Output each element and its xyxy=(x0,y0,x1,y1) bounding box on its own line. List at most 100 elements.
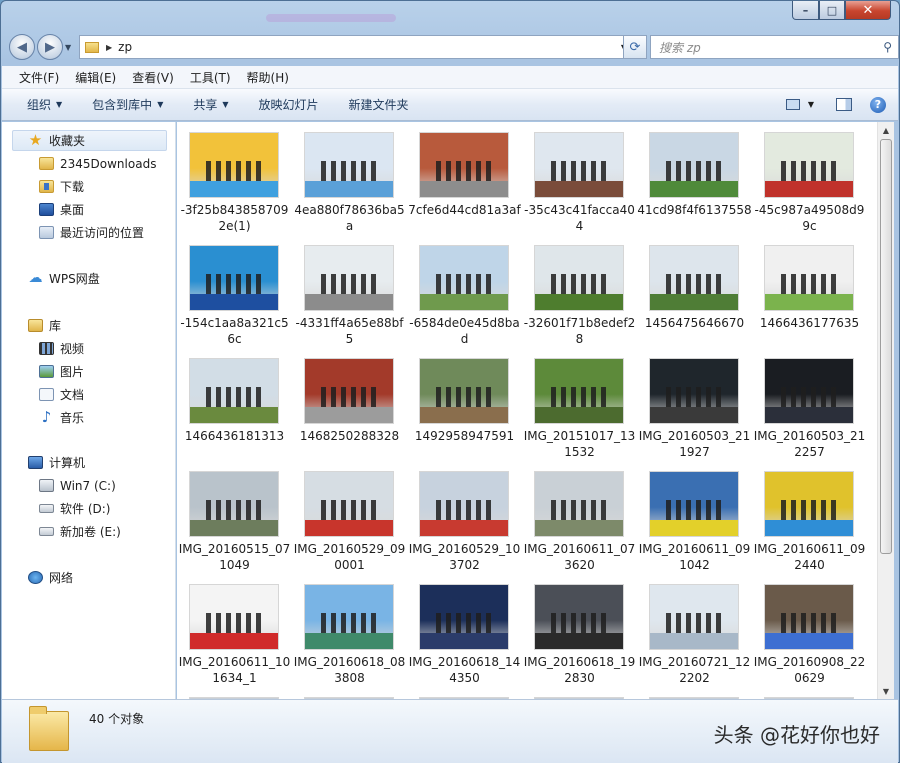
image-thumbnail[interactable] xyxy=(304,471,394,537)
sidebar-item-desktop[interactable]: 桌面 xyxy=(39,199,84,220)
image-thumbnail[interactable] xyxy=(649,132,739,198)
file-item[interactable]: IMG_20160618_144350 xyxy=(407,574,522,685)
sidebar-item-recent[interactable]: 最近访问的位置 xyxy=(39,222,144,243)
image-thumbnail[interactable] xyxy=(419,471,509,537)
file-item[interactable] xyxy=(752,687,867,699)
image-thumbnail[interactable] xyxy=(189,132,279,198)
file-item[interactable]: 1468250288328 xyxy=(292,348,407,458)
file-item[interactable] xyxy=(407,687,522,699)
file-item[interactable]: -3f25b8438587092e(1) xyxy=(177,122,292,233)
sidebar-item-computer[interactable]: 计算机 xyxy=(28,452,85,473)
file-item[interactable]: IMG_20151017_131532 xyxy=(522,348,637,459)
new-folder-button[interactable]: 新建文件夹 xyxy=(349,96,409,113)
image-thumbnail[interactable] xyxy=(534,132,624,198)
scroll-down-icon[interactable]: ▼ xyxy=(878,683,894,699)
image-thumbnail[interactable] xyxy=(764,471,854,537)
sidebar-item-documents[interactable]: 文档 xyxy=(39,384,84,405)
file-item[interactable]: IMG_20160618_083808 xyxy=(292,574,407,685)
image-thumbnail[interactable] xyxy=(649,471,739,537)
forward-arrow-icon[interactable]: ▶ xyxy=(37,34,63,60)
image-thumbnail[interactable] xyxy=(189,471,279,537)
image-thumbnail[interactable] xyxy=(419,358,509,424)
sidebar-item-music[interactable]: ♪ 音乐 xyxy=(39,407,84,428)
close-button[interactable]: ✕ xyxy=(845,1,891,20)
maximize-button[interactable]: □ xyxy=(819,1,845,20)
sidebar-item-pictures[interactable]: 图片 xyxy=(39,361,84,382)
address-path[interactable]: zp xyxy=(118,40,132,54)
file-item[interactable]: IMG_20160529_090001 xyxy=(292,461,407,572)
file-item[interactable] xyxy=(177,687,292,699)
file-item[interactable] xyxy=(637,687,752,699)
menu-tools[interactable]: 工具(T) xyxy=(190,69,231,86)
file-item[interactable]: -45c987a49508d99c xyxy=(752,122,867,233)
image-thumbnail[interactable] xyxy=(189,584,279,650)
image-thumbnail[interactable] xyxy=(534,471,624,537)
file-item[interactable]: -35c43c41facca404 xyxy=(522,122,637,233)
image-thumbnail[interactable] xyxy=(764,584,854,650)
slideshow-button[interactable]: 放映幻灯片 xyxy=(259,96,319,113)
file-item[interactable]: 41cd98f4f6137558 xyxy=(637,122,752,232)
file-item[interactable]: IMG_20160908_220629 xyxy=(752,574,867,685)
file-item[interactable]: -32601f71b8edef28 xyxy=(522,235,637,346)
file-item[interactable]: IMG_20160721_122202 xyxy=(637,574,752,685)
scroll-thumb[interactable] xyxy=(880,139,892,554)
image-thumbnail[interactable] xyxy=(534,584,624,650)
image-thumbnail[interactable] xyxy=(649,584,739,650)
image-thumbnail[interactable] xyxy=(304,245,394,311)
file-item[interactable]: 1466436177635 xyxy=(752,235,867,345)
breadcrumb-arrow-icon[interactable]: ▶ xyxy=(106,43,112,52)
share-button[interactable]: 共享 ▼ xyxy=(193,96,228,113)
image-thumbnail[interactable] xyxy=(419,132,509,198)
menu-view[interactable]: 查看(V) xyxy=(132,69,174,86)
image-thumbnail[interactable] xyxy=(419,584,509,650)
file-item[interactable]: IMG_20160618_192830 xyxy=(522,574,637,685)
file-item[interactable]: 4ea880f78636ba5a xyxy=(292,122,407,233)
sidebar-item-2345downloads[interactable]: 2345Downloads xyxy=(39,153,156,174)
image-thumbnail[interactable] xyxy=(764,358,854,424)
image-thumbnail[interactable] xyxy=(764,132,854,198)
file-item[interactable]: 1456475646670 xyxy=(637,235,752,345)
sidebar-item-downloads[interactable]: 下载 xyxy=(39,176,84,197)
history-dropdown-icon[interactable]: ▼ xyxy=(65,43,77,52)
image-thumbnail[interactable] xyxy=(534,245,624,311)
menu-file[interactable]: 文件(F) xyxy=(19,69,59,86)
organize-button[interactable]: 组织 ▼ xyxy=(27,96,62,113)
file-item[interactable]: 1466436181313 xyxy=(177,348,292,458)
image-thumbnail[interactable] xyxy=(534,358,624,424)
file-item[interactable]: IMG_20160503_211927 xyxy=(637,348,752,459)
sidebar-item-favorites[interactable]: ★ 收藏夹 xyxy=(12,130,167,151)
menu-edit[interactable]: 编辑(E) xyxy=(75,69,116,86)
file-item[interactable]: 7cfe6d44cd81a3af xyxy=(407,122,522,232)
sidebar-item-drive-d[interactable]: 软件 (D:) xyxy=(39,498,110,519)
image-thumbnail[interactable] xyxy=(764,245,854,311)
sidebar-item-videos[interactable]: 视频 xyxy=(39,338,84,359)
address-bar[interactable]: ▶ zp ▼ xyxy=(79,35,634,59)
minimize-button[interactable]: – xyxy=(792,1,819,20)
sidebar-item-network[interactable]: 网络 xyxy=(28,567,73,588)
image-thumbnail[interactable] xyxy=(189,358,279,424)
file-item[interactable]: IMG_20160611_092440 xyxy=(752,461,867,572)
file-item[interactable]: IMG_20160529_103702 xyxy=(407,461,522,572)
sidebar-item-libraries[interactable]: 库 xyxy=(28,315,61,336)
search-icon[interactable]: ⚲ xyxy=(883,40,892,54)
scroll-up-icon[interactable]: ▲ xyxy=(878,122,894,138)
image-thumbnail[interactable] xyxy=(189,245,279,311)
file-item[interactable]: IMG_20160503_212257 xyxy=(752,348,867,459)
help-icon[interactable]: ? xyxy=(870,96,886,113)
image-thumbnail[interactable] xyxy=(304,584,394,650)
back-arrow-icon[interactable]: ◀ xyxy=(9,34,35,60)
sidebar-item-wps[interactable]: ☁ WPS网盘 xyxy=(28,268,100,289)
file-item[interactable]: -6584de0e45d8bad xyxy=(407,235,522,346)
vertical-scrollbar[interactable]: ▲ ▼ xyxy=(877,122,894,699)
view-dropdown-icon[interactable]: ▼ xyxy=(808,100,814,109)
image-thumbnail[interactable] xyxy=(304,358,394,424)
file-item[interactable]: IMG_20160515_071049 xyxy=(177,461,292,572)
image-thumbnail[interactable] xyxy=(304,132,394,198)
change-view-icon[interactable] xyxy=(785,99,800,110)
image-thumbnail[interactable] xyxy=(649,245,739,311)
preview-pane-icon[interactable] xyxy=(836,98,852,111)
file-item[interactable] xyxy=(292,687,407,699)
file-item[interactable]: 1492958947591 xyxy=(407,348,522,458)
file-item[interactable]: -4331ff4a65e88bf5 xyxy=(292,235,407,346)
refresh-icon[interactable]: ⟳ xyxy=(623,35,647,59)
